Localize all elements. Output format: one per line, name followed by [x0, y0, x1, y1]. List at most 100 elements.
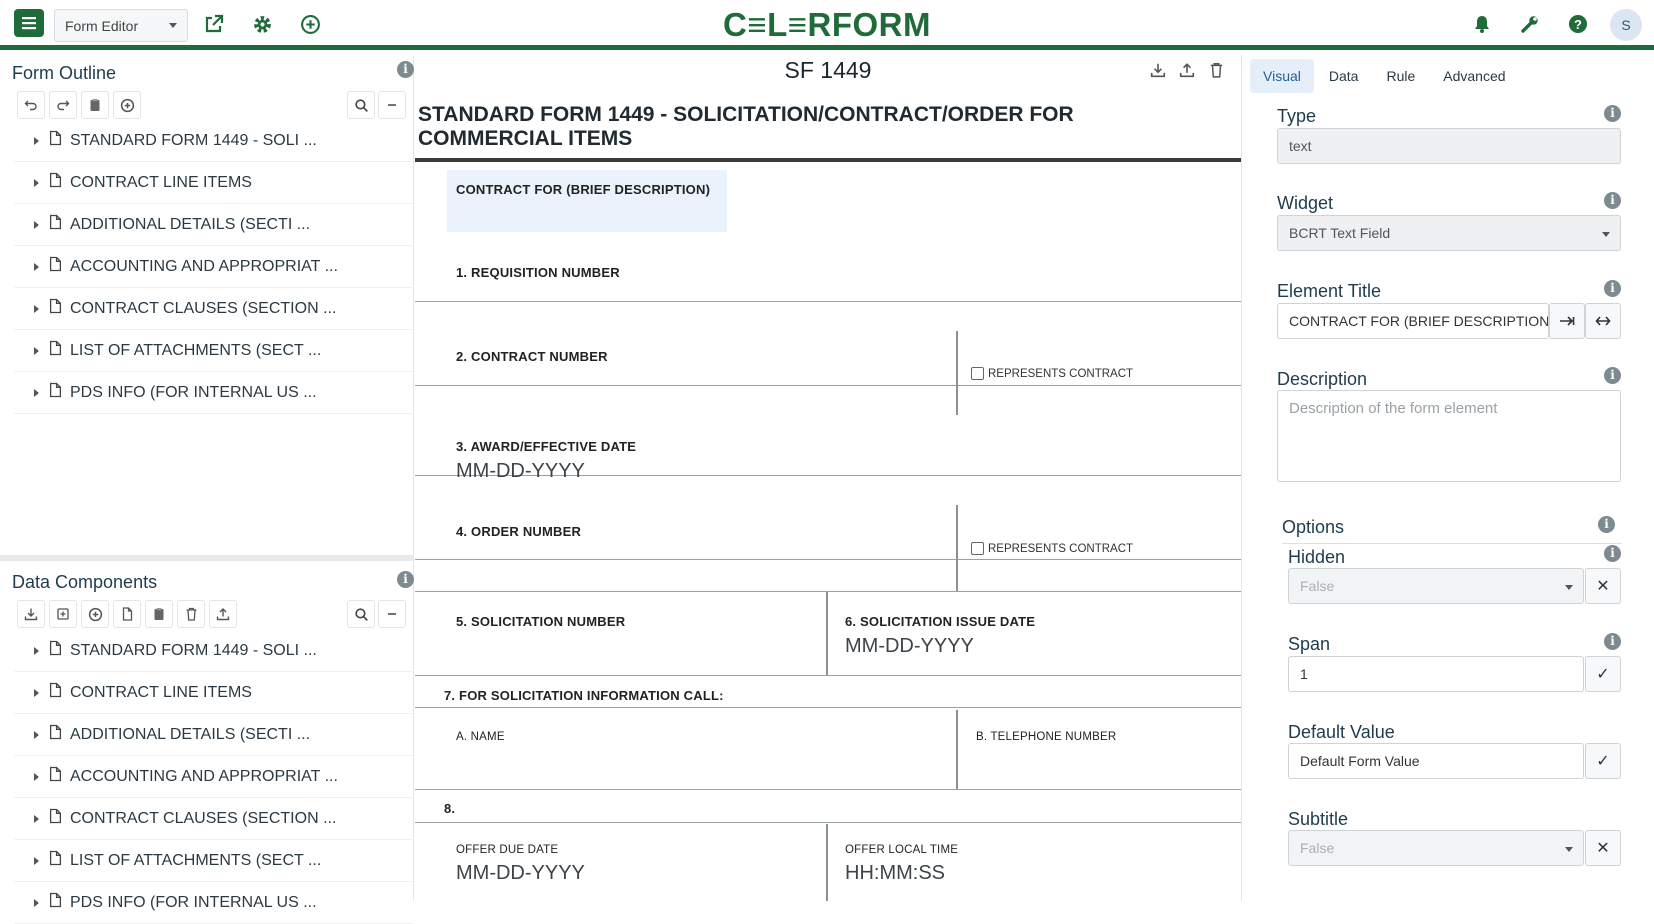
tree-item[interactable]: ADDITIONAL DETAILS (SECTI ... — [14, 204, 412, 246]
tree-item[interactable]: PDS INFO (FOR INTERNAL US ... — [14, 372, 412, 414]
redo-icon[interactable] — [49, 91, 77, 119]
upload-icon[interactable] — [209, 600, 237, 628]
avatar[interactable]: S — [1610, 9, 1642, 41]
add-circle-icon[interactable] — [298, 12, 322, 36]
info-icon[interactable]: i — [397, 61, 414, 78]
panel-divider[interactable] — [0, 555, 414, 561]
info-icon[interactable]: i — [1604, 192, 1621, 209]
bell-icon[interactable] — [1470, 12, 1494, 36]
mode-select[interactable]: Form Editor — [54, 9, 188, 42]
type-field[interactable]: text — [1277, 128, 1621, 164]
tree-item[interactable]: PDS INFO (FOR INTERNAL US ... — [14, 882, 412, 924]
requisition-label[interactable]: 1. REQUISITION NUMBER — [456, 265, 620, 280]
caret-right-icon[interactable] — [34, 898, 39, 907]
wrench-icon[interactable] — [1518, 12, 1542, 36]
tree-item[interactable]: CONTRACT LINE ITEMS — [14, 672, 412, 714]
info-icon[interactable]: i — [1604, 545, 1621, 562]
caret-right-icon[interactable] — [34, 136, 39, 145]
tab-advanced[interactable]: Advanced — [1430, 59, 1518, 93]
tree-item[interactable]: STANDARD FORM 1449 - SOLI ... — [14, 120, 412, 162]
tab-data[interactable]: Data — [1316, 59, 1372, 93]
contract-for-label[interactable]: CONTRACT FOR (BRIEF DESCRIPTION) — [456, 182, 710, 197]
tree-item[interactable]: CONTRACT LINE ITEMS — [14, 162, 412, 204]
download-icon[interactable] — [17, 600, 45, 628]
trash-icon[interactable] — [177, 600, 205, 628]
offer-due-date-placeholder[interactable]: MM-DD-YYYY — [456, 862, 585, 885]
info-icon[interactable]: i — [1604, 280, 1621, 297]
caret-right-icon[interactable] — [34, 730, 39, 739]
clear-icon[interactable]: ✕ — [1585, 830, 1621, 866]
check-icon[interactable]: ✓ — [1585, 743, 1621, 779]
tab-rule[interactable]: Rule — [1373, 59, 1428, 93]
tree-item[interactable]: ACCOUNTING AND APPROPRIAT ... — [14, 756, 412, 798]
add-circle-icon[interactable] — [81, 600, 109, 628]
offer-local-time-placeholder[interactable]: HH:MM:SS — [845, 862, 945, 885]
collapse-icon[interactable] — [378, 600, 406, 628]
arrow-right-icon[interactable] — [1549, 303, 1585, 339]
caret-right-icon[interactable] — [34, 178, 39, 187]
collapse-icon[interactable] — [378, 91, 406, 119]
caret-right-icon[interactable] — [34, 688, 39, 697]
trash-icon[interactable] — [1205, 59, 1227, 81]
undo-icon[interactable] — [17, 91, 45, 119]
tree-item[interactable]: CONTRACT CLAUSES (SECTION ... — [14, 798, 412, 840]
span-input[interactable]: 1 — [1288, 656, 1584, 692]
represents-contract-checkbox-1[interactable]: REPRESENTS CONTRACT — [971, 367, 1133, 380]
caret-right-icon[interactable] — [34, 646, 39, 655]
components-tree: STANDARD FORM 1449 - SOLI ... CONTRACT LI… — [14, 630, 412, 924]
help-icon[interactable]: ? — [1566, 12, 1590, 36]
tree-item[interactable]: ACCOUNTING AND APPROPRIAT ... — [14, 246, 412, 288]
check-icon[interactable]: ✓ — [1585, 656, 1621, 692]
element-title-input[interactable]: CONTRACT FOR (BRIEF DESCRIPTION — [1277, 303, 1549, 339]
external-link-icon[interactable] — [202, 12, 226, 36]
upload-icon[interactable] — [1176, 59, 1198, 81]
widget-select[interactable]: BCRT Text Field — [1277, 215, 1621, 251]
gear-icon[interactable] — [250, 12, 274, 36]
file-icon — [49, 892, 62, 913]
award-date-placeholder[interactable]: MM-DD-YYYY — [456, 460, 585, 483]
add-circle-icon[interactable] — [113, 91, 141, 119]
caret-right-icon[interactable] — [34, 388, 39, 397]
info-icon[interactable]: i — [1598, 516, 1615, 533]
search-icon[interactable] — [347, 600, 375, 628]
menu-icon[interactable] — [14, 9, 44, 37]
tree-item[interactable]: STANDARD FORM 1449 - SOLI ... — [14, 630, 412, 672]
download-icon[interactable] — [1147, 59, 1169, 81]
caret-right-icon[interactable] — [34, 346, 39, 355]
file-icon — [49, 766, 62, 787]
file-icon[interactable] — [113, 600, 141, 628]
caret-right-icon[interactable] — [34, 772, 39, 781]
info-icon[interactable]: i — [1604, 105, 1621, 122]
tree-item[interactable]: LIST OF ATTACHMENTS (SECT ... — [14, 840, 412, 882]
import-icon[interactable] — [49, 600, 77, 628]
caret-right-icon[interactable] — [34, 220, 39, 229]
subtitle-select[interactable]: False — [1288, 830, 1584, 866]
tab-visual[interactable]: Visual — [1250, 59, 1314, 93]
tree-item[interactable]: LIST OF ATTACHMENTS (SECT ... — [14, 330, 412, 372]
tree-item-label: STANDARD FORM 1449 - SOLI ... — [70, 131, 317, 149]
hidden-select[interactable]: False — [1288, 568, 1584, 604]
caret-right-icon[interactable] — [34, 262, 39, 271]
offer-due-date-label[interactable]: OFFER DUE DATE — [456, 844, 558, 856]
clear-icon[interactable]: ✕ — [1585, 568, 1621, 604]
info-icon[interactable]: i — [1604, 633, 1621, 650]
arrows-horizontal-icon[interactable] — [1585, 303, 1621, 339]
description-textarea[interactable]: Description of the form element — [1277, 390, 1621, 482]
clipboard-icon[interactable] — [81, 91, 109, 119]
caret-right-icon[interactable] — [34, 814, 39, 823]
award-date-label[interactable]: 3. AWARD/EFFECTIVE DATE — [456, 439, 636, 454]
default-value-label: Default Value — [1288, 722, 1395, 742]
contract-number-label[interactable]: 2. CONTRACT NUMBER — [456, 349, 608, 364]
caret-right-icon[interactable] — [34, 304, 39, 313]
offer-local-time-label[interactable]: OFFER LOCAL TIME — [845, 844, 958, 856]
form-heading: STANDARD FORM 1449 - SOLICITATION/CONTRA… — [418, 103, 1074, 150]
info-icon[interactable]: i — [397, 571, 414, 588]
tree-item[interactable]: CONTRACT CLAUSES (SECTION ... — [14, 288, 412, 330]
clipboard-icon[interactable] — [145, 600, 173, 628]
components-toolbar — [14, 600, 409, 630]
default-value-input[interactable]: Default Form Value — [1288, 743, 1584, 779]
search-icon[interactable] — [347, 91, 375, 119]
caret-right-icon[interactable] — [34, 856, 39, 865]
info-icon[interactable]: i — [1604, 367, 1621, 384]
tree-item[interactable]: ADDITIONAL DETAILS (SECTI ... — [14, 714, 412, 756]
